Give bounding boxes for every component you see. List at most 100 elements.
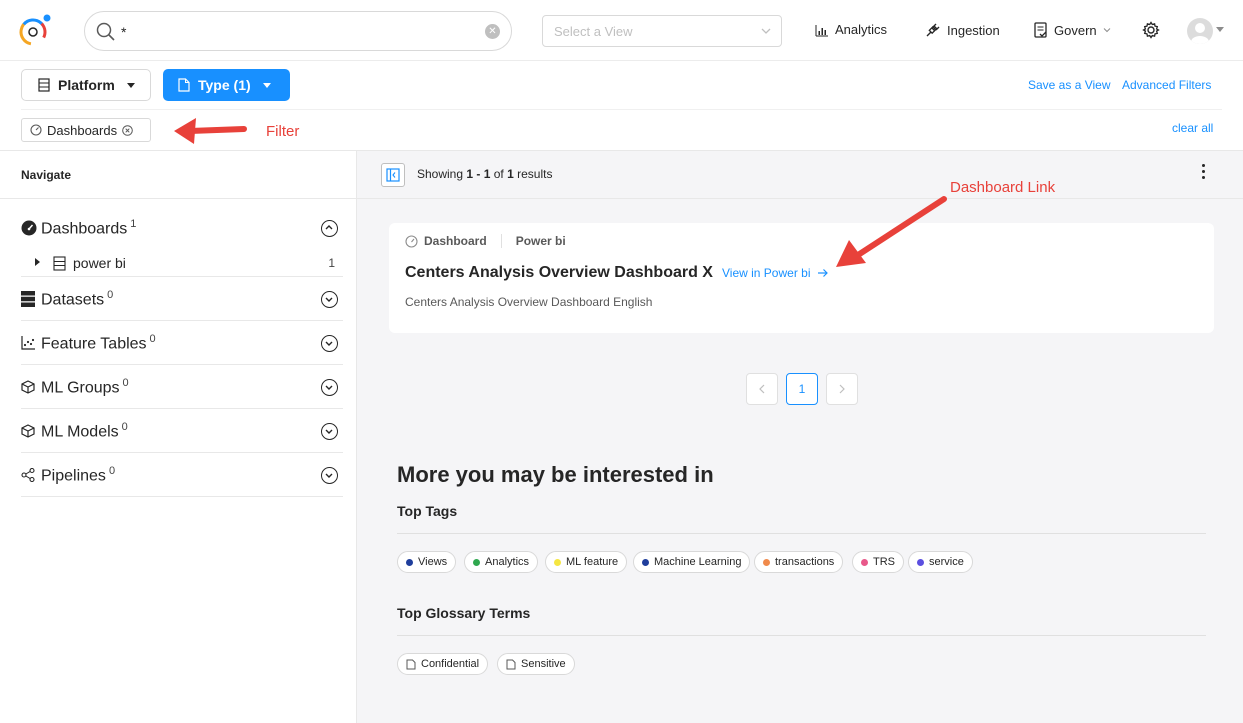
database-icon [38, 78, 50, 92]
type-filter-button[interactable]: Type (1) [163, 69, 290, 101]
dashboard-link-arrow-annotation [836, 196, 947, 267]
sidebar-item-ml-groups[interactable]: ML Groups 0 [21, 365, 343, 409]
ingestion-link[interactable]: Ingestion [925, 22, 1000, 38]
glossary-chip[interactable]: Sensitive [497, 653, 575, 675]
avatar-menu-caret-icon[interactable] [1216, 27, 1224, 32]
save-as-view-link[interactable]: Save as a View [1028, 78, 1111, 92]
expand-icon[interactable] [321, 291, 338, 308]
document-check-icon [1034, 22, 1047, 38]
chevron-left-icon [759, 384, 765, 394]
top-tags-title: Top Tags [397, 503, 458, 519]
page-number-button[interactable]: 1 [786, 373, 818, 405]
tag-color-dot [554, 558, 561, 566]
toggle-sidebar-button[interactable] [381, 163, 405, 187]
result-title[interactable]: Centers Analysis Overview Dashboard X [405, 264, 713, 282]
result-card[interactable]: Dashboard Power bi Centers Analysis Over… [389, 223, 1214, 333]
sidebar-item-label: Pipelines 0 [41, 465, 116, 485]
sidebar-item-label: Dashboards 1 [41, 218, 137, 238]
glossary-chip[interactable]: Confidential [397, 653, 489, 675]
cube-icon [21, 380, 35, 394]
results-toolbar-divider [357, 198, 1243, 199]
govern-label: Govern [1054, 22, 1097, 38]
ingestion-label: Ingestion [947, 22, 1000, 38]
sidebar-subitem-power-bi[interactable]: power bi 1 [35, 252, 343, 277]
view-select-placeholder: Select a View [554, 24, 633, 39]
collapse-icon[interactable] [321, 220, 338, 237]
result-description: Centers Analysis Overview Dashboard Engl… [405, 295, 653, 309]
expand-icon[interactable] [321, 379, 338, 396]
more-options-icon[interactable] [1202, 164, 1206, 182]
caret-down-icon [126, 82, 135, 88]
sidebar-item-label: ML Groups 0 [41, 377, 129, 397]
tag-color-dot [406, 558, 413, 566]
filter-divider [21, 109, 1222, 110]
navigate-heading: Navigate [21, 168, 72, 182]
govern-menu[interactable]: Govern [1034, 22, 1111, 38]
expand-icon[interactable] [321, 423, 338, 440]
sidebar-subitem-count: 1 [328, 256, 335, 270]
sidebar-item-ml-models[interactable]: ML Models 0 [21, 409, 343, 453]
chevron-right-icon [839, 384, 845, 394]
platform-filter-label: Platform [58, 77, 115, 93]
sidebar-item-label: ML Models 0 [41, 421, 128, 441]
prev-page-button[interactable] [746, 373, 778, 405]
meta-separator [500, 234, 502, 248]
avatar[interactable] [1187, 18, 1213, 44]
platform-filter-button[interactable]: Platform [21, 69, 151, 101]
datasets-icon [21, 291, 35, 307]
view-in-power-bi-link[interactable]: View in Power bi [722, 266, 829, 280]
search-icon [96, 22, 115, 41]
search-input[interactable]: * [121, 24, 126, 40]
filter-arrow-annotation [174, 118, 247, 144]
tag-color-dot [917, 558, 924, 566]
view-select[interactable]: Select a View [542, 15, 782, 47]
result-type: Dashboard [424, 234, 487, 248]
filter-annotation: Filter [266, 123, 300, 140]
tag-chip[interactable]: TRS [852, 551, 904, 573]
caret-down-icon [262, 82, 271, 88]
tag-color-dot [861, 558, 868, 566]
sidebar-item-label: Datasets 0 [41, 289, 114, 309]
expand-icon[interactable] [321, 467, 338, 484]
tag-chip[interactable]: Analytics [464, 551, 539, 573]
book-icon [406, 659, 416, 669]
tag-chip[interactable]: transactions [754, 551, 844, 573]
logo-icon[interactable] [16, 12, 54, 48]
top-bar: * ✕ Select a View Analytics Ingestion Go… [0, 0, 1243, 61]
top-glossary-divider [397, 635, 1206, 636]
dashboard-icon [405, 234, 418, 248]
tag-color-dot [473, 558, 480, 566]
active-filter-label: Dashboards [47, 122, 118, 138]
clear-search-icon[interactable]: ✕ [485, 24, 500, 39]
cube-icon [21, 424, 35, 438]
gear-icon[interactable] [1142, 21, 1160, 39]
tag-chip[interactable]: Machine Learning [633, 551, 751, 573]
sidebar-item-feature-tables[interactable]: Feature Tables 0 [21, 321, 343, 365]
clear-all-link[interactable]: clear all [1172, 121, 1213, 135]
active-filter-tag[interactable]: Dashboards [21, 118, 151, 142]
analytics-link[interactable]: Analytics [815, 22, 887, 37]
sidebar-item-datasets[interactable]: Datasets 0 [21, 277, 343, 321]
arrow-right-icon [817, 269, 828, 277]
tag-chip[interactable]: ML feature [545, 551, 628, 573]
search-bar[interactable]: * ✕ [84, 11, 512, 51]
results-pane: Showing 1 - 1 of 1 results Dashboard Pow… [357, 150, 1243, 723]
next-page-button[interactable] [826, 373, 858, 405]
tag-chip[interactable]: service [908, 551, 973, 573]
caret-right-icon[interactable] [35, 258, 40, 266]
database-icon [53, 256, 66, 271]
dashboard-icon [30, 124, 42, 136]
top-tags-divider [397, 533, 1206, 534]
tag-color-dot [763, 558, 770, 566]
expand-icon[interactable] [321, 335, 338, 352]
recommendations-title: More you may be interested in [397, 462, 714, 487]
tag-chip[interactable]: Views [397, 551, 457, 573]
result-meta: Dashboard Power bi [405, 234, 566, 248]
bar-chart-icon [815, 24, 828, 36]
share-nodes-icon [21, 468, 35, 482]
close-circle-icon[interactable] [122, 124, 133, 136]
sidebar-divider [0, 198, 356, 199]
sidebar-item-pipelines[interactable]: Pipelines 0 [21, 453, 343, 497]
advanced-filters-link[interactable]: Advanced Filters [1122, 78, 1211, 92]
tag-color-dot [642, 558, 649, 566]
